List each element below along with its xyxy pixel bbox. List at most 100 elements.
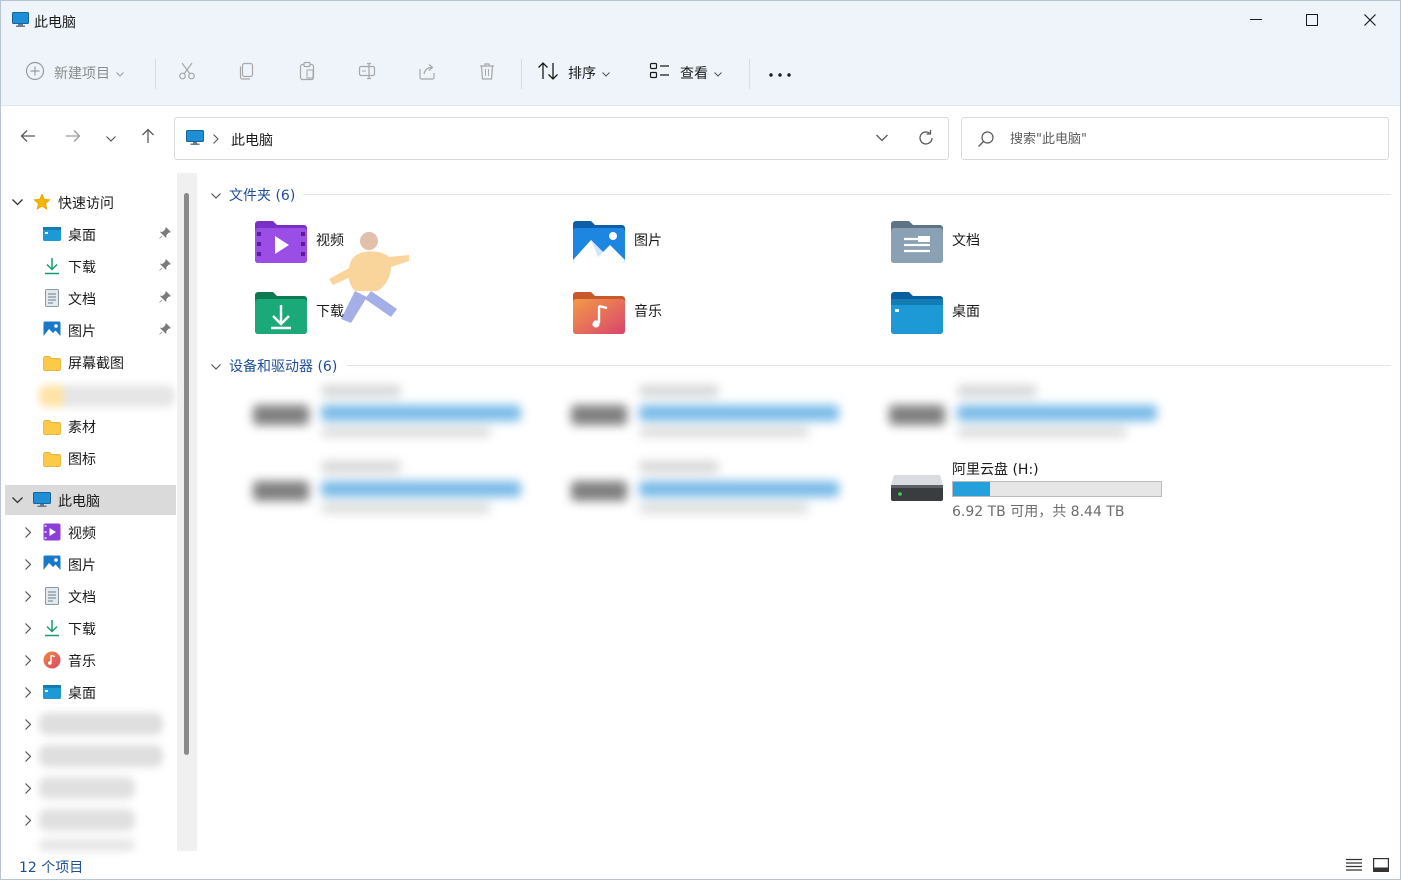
sort-button[interactable]: 排序 [537, 55, 610, 91]
pin-icon[interactable] [159, 322, 172, 339]
chevron-down-icon [602, 65, 610, 81]
details-view-button[interactable] [1344, 857, 1364, 877]
folder-name: 文档 [952, 233, 980, 249]
redacted-drive-tile[interactable] [885, 383, 1175, 447]
chevron-right-icon[interactable] [22, 814, 34, 826]
sidebar-item-label: 屏幕截图 [68, 356, 124, 372]
sidebar-item-materials[interactable]: 素材 [1, 411, 177, 441]
sidebar-item-this-pc[interactable]: 此电脑 [5, 485, 176, 515]
address-bar[interactable]: 此电脑 [174, 117, 949, 160]
redacted-drive-tile[interactable] [567, 459, 857, 523]
plus-circle-icon [25, 61, 45, 85]
download-icon [43, 619, 61, 637]
minimize-button[interactable] [1227, 1, 1285, 39]
chevron-right-icon[interactable] [22, 782, 34, 794]
sidebar-item-quick-access[interactable]: 快速访问 [1, 187, 177, 217]
this-pc-icon [33, 491, 51, 509]
folder-tile-pictures[interactable]: 图片 [572, 220, 872, 276]
tiles-view-icon [1373, 858, 1390, 876]
new-item-button[interactable]: 新建项目 [25, 55, 124, 91]
title-bar: 此电脑 [1, 1, 1400, 39]
copy-button[interactable] [227, 55, 267, 91]
drive-space-text: 6.92 TB 可用，共 8.44 TB [952, 504, 1125, 520]
pin-icon[interactable] [159, 258, 172, 275]
group-title: 文件夹 (6) [229, 188, 296, 204]
folder-tile-music[interactable]: 音乐 [572, 291, 872, 347]
video-folder-icon [254, 220, 310, 266]
chevron-right-icon[interactable] [22, 558, 34, 570]
chevron-right-icon[interactable] [22, 654, 34, 666]
sidebar-item-desktop-pc[interactable]: 桌面 [1, 677, 177, 707]
view-button[interactable]: 查看 [649, 55, 722, 91]
redacted-drive-tile[interactable] [249, 459, 539, 523]
back-button[interactable] [11, 121, 45, 155]
sidebar-item-videos[interactable]: 视频 [1, 517, 177, 547]
sidebar-item-pictures-pc[interactable]: 图片 [1, 549, 177, 579]
sidebar-item-icons[interactable]: 图标 [1, 443, 177, 473]
folder-name: 音乐 [634, 304, 662, 320]
sidebar-item-downloads-pc[interactable]: 下载 [1, 613, 177, 643]
pin-icon[interactable] [159, 226, 172, 243]
chevron-right-icon[interactable] [22, 590, 34, 602]
folder-name: 图片 [634, 233, 662, 249]
chevron-down-icon [116, 65, 124, 81]
sidebar-item-desktop[interactable]: 桌面 [1, 219, 177, 249]
recent-locations-button[interactable] [94, 121, 128, 155]
share-icon [417, 61, 437, 85]
explorer-window: 此电脑 新建项目 排序 查看 此电脑 搜索"此电脑" 快速访问 桌面 下载 文档… [0, 0, 1401, 880]
group-divider [303, 194, 1391, 195]
copy-icon [237, 61, 257, 85]
drive-tile-aliyun[interactable]: 阿里云盘 (H:) 6.92 TB 可用，共 8.44 TB [890, 459, 1190, 523]
close-button[interactable] [1341, 1, 1399, 39]
search-box[interactable] [961, 117, 1389, 160]
chevron-right-icon[interactable] [22, 526, 34, 538]
drive-usage-bar [952, 481, 1162, 497]
sidebar-item-label: 音乐 [68, 654, 96, 670]
sidebar-item-pictures[interactable]: 图片 [1, 315, 177, 345]
star-icon [33, 193, 51, 211]
sidebar-item-label: 桌面 [68, 228, 96, 244]
redacted-drive-tile[interactable] [567, 383, 857, 447]
up-button[interactable] [131, 121, 165, 155]
redacted-drive-tile[interactable] [249, 383, 539, 447]
folder-tile-documents[interactable]: 文档 [890, 220, 1190, 276]
chevron-down-icon[interactable] [11, 494, 23, 506]
folders-group-header[interactable]: 文件夹 (6) [211, 185, 295, 205]
sidebar-item-label: 视频 [68, 526, 96, 542]
tiles-view-button[interactable] [1371, 857, 1391, 877]
chevron-right-icon[interactable] [22, 718, 34, 730]
chevron-down-icon[interactable] [11, 196, 23, 208]
more-options-button[interactable] [764, 55, 796, 91]
drives-group-header[interactable]: 设备和驱动器 (6) [211, 356, 337, 376]
sidebar-scrollbar[interactable] [177, 173, 197, 851]
sidebar-item-downloads[interactable]: 下载 [1, 251, 177, 281]
chevron-down-icon [211, 187, 221, 203]
pin-icon[interactable] [159, 290, 172, 307]
paste-button[interactable] [287, 55, 327, 91]
chevron-right-icon[interactable] [22, 750, 34, 762]
breadcrumb[interactable]: 此电脑 [231, 130, 273, 150]
share-button[interactable] [407, 55, 447, 91]
sidebar-item-label: 文档 [68, 292, 96, 308]
rename-button[interactable] [347, 55, 387, 91]
search-input[interactable] [1010, 128, 1370, 150]
scissors-icon [177, 61, 197, 85]
sidebar-item-documents[interactable]: 文档 [1, 283, 177, 313]
sidebar-item-documents-pc[interactable]: 文档 [1, 581, 177, 611]
maximize-button[interactable] [1283, 1, 1341, 39]
sidebar-item-label: 图片 [68, 558, 96, 574]
forward-button[interactable] [56, 121, 90, 155]
chevron-right-icon[interactable] [22, 686, 34, 698]
chevron-down-icon[interactable] [875, 131, 889, 149]
sidebar-item-screenshots[interactable]: 屏幕截图 [1, 347, 177, 377]
refresh-icon[interactable] [917, 129, 935, 151]
sidebar-item-music[interactable]: 音乐 [1, 645, 177, 675]
drive-usage-fill [953, 482, 991, 496]
cut-button[interactable] [167, 55, 207, 91]
delete-button[interactable] [467, 55, 507, 91]
picture-icon [43, 555, 61, 573]
scrollbar-thumb[interactable] [184, 193, 189, 755]
sidebar-item-label: 文档 [68, 590, 96, 606]
folder-tile-desktop[interactable]: 桌面 [890, 291, 1190, 347]
chevron-right-icon[interactable] [22, 622, 34, 634]
